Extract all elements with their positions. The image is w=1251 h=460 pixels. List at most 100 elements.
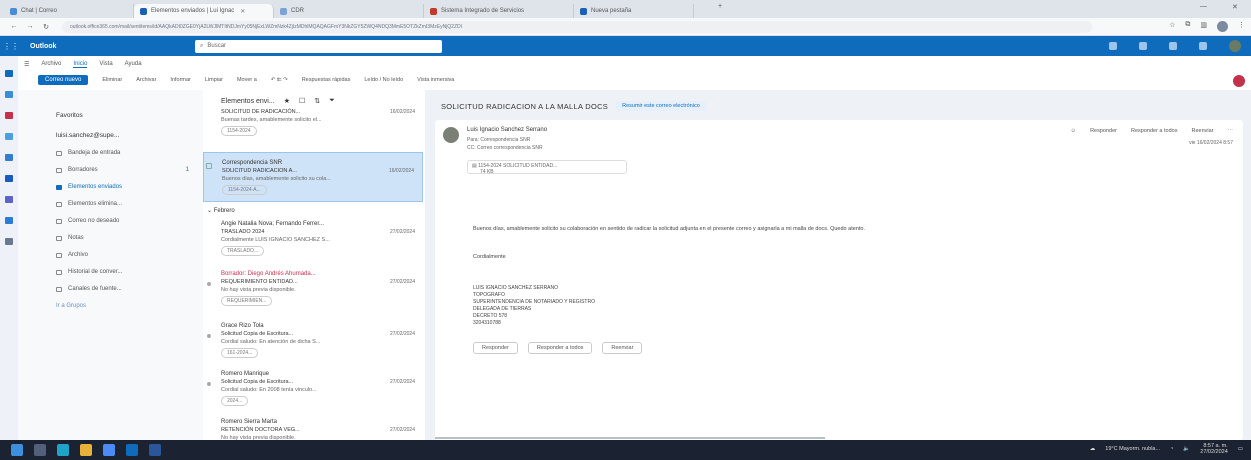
menu-ayuda[interactable]: Ayuda bbox=[125, 61, 142, 67]
select-checkbox[interactable] bbox=[206, 163, 212, 169]
attachment-chip[interactable]: 2024... bbox=[221, 396, 249, 406]
folder-history[interactable]: Historial de conver... bbox=[56, 269, 203, 275]
new-mail-button[interactable]: Correo nuevo bbox=[38, 75, 89, 85]
folder-feeds[interactable]: Canales de fuente... bbox=[56, 286, 203, 292]
network-icon[interactable]: ◔ bbox=[1170, 446, 1173, 452]
folder-drafts[interactable]: Borradores 1 bbox=[56, 167, 203, 173]
teams-icon[interactable] bbox=[1109, 42, 1117, 50]
file-explorer-icon[interactable] bbox=[80, 444, 92, 456]
filter-icon[interactable]: ⏷ bbox=[329, 97, 335, 105]
horizontal-scrollbar[interactable] bbox=[435, 437, 825, 439]
close-window-icon[interactable]: ✕ bbox=[1232, 3, 1238, 11]
taskbar-search-icon[interactable] bbox=[34, 444, 46, 456]
ribbon-sweep[interactable]: Limpiar bbox=[205, 77, 223, 83]
chrome-icon[interactable] bbox=[103, 444, 115, 456]
windows-start-icon[interactable] bbox=[11, 444, 23, 456]
emoji-icon[interactable]: ☺ bbox=[1070, 128, 1076, 134]
address-input[interactable]: outlook.office365.com/mail/sentitems/id/… bbox=[62, 20, 1092, 33]
ribbon-report[interactable]: Informar bbox=[170, 77, 190, 83]
reply-action[interactable]: Responder bbox=[1090, 128, 1117, 134]
attachment-chip[interactable]: REQUERIMIEN... bbox=[221, 296, 273, 306]
browser-tab[interactable]: Sistema Integrado de Servicios bbox=[424, 4, 574, 18]
mail-icon[interactable] bbox=[5, 70, 13, 77]
weather-icon[interactable]: ☁ bbox=[1090, 446, 1096, 452]
menu-inicio[interactable]: Inicio bbox=[73, 61, 88, 68]
list-item[interactable]: Grace Rizo Tola Solicitud Copia de Escri… bbox=[203, 322, 423, 366]
browser-tab[interactable]: Nueva pestaña bbox=[574, 4, 694, 18]
folder-sent[interactable]: Elementos enviados bbox=[56, 184, 203, 190]
outlook-taskbar-icon[interactable] bbox=[126, 444, 138, 456]
sidebar-icon[interactable]: ▥ bbox=[1200, 21, 1207, 32]
more-icon[interactable]: ⋮ bbox=[1238, 21, 1245, 32]
folder-archive[interactable]: Archivo bbox=[56, 252, 203, 258]
edge-icon[interactable] bbox=[57, 444, 69, 456]
folder-junk[interactable]: Correo no deseado bbox=[56, 218, 203, 224]
word-taskbar-icon[interactable] bbox=[149, 444, 161, 456]
folder-inbox[interactable]: Bandeja de entrada bbox=[56, 150, 203, 156]
group-header[interactable]: ⌄ Febrero bbox=[203, 207, 235, 214]
list-item-selected[interactable]: Correspondencia SNR SOLICITUD RADICACION… bbox=[203, 152, 423, 202]
new-tab-button[interactable]: + bbox=[718, 3, 722, 10]
favorite-star-icon[interactable]: ★ bbox=[284, 97, 290, 105]
sort-icon[interactable]: ⇅ bbox=[314, 97, 320, 105]
browser-tab-active[interactable]: Elementos enviados | Lui Ignac ✕ bbox=[134, 4, 274, 18]
apps-icon[interactable] bbox=[5, 238, 13, 245]
forward-button[interactable]: Reenviar bbox=[602, 342, 643, 354]
go-to-groups-link[interactable]: Ir a Grupos bbox=[56, 303, 203, 309]
menu-archivo[interactable]: Archivo bbox=[41, 61, 61, 67]
ribbon-read-unread[interactable]: Leído / No leído bbox=[364, 77, 403, 83]
attachment-card[interactable]: ▤ 1154-2024 SOLICITUD ENTIDAD... 74 KB bbox=[467, 160, 627, 175]
settings-icon[interactable] bbox=[1169, 42, 1177, 50]
ribbon-immersive[interactable]: Vista inmersiva bbox=[417, 77, 454, 83]
notifications-tray-icon[interactable]: ▭ bbox=[1238, 446, 1243, 452]
search-input[interactable]: ⌕ Buscar bbox=[195, 39, 442, 53]
copilot-icon[interactable] bbox=[1233, 75, 1245, 87]
select-icon[interactable]: ☐ bbox=[299, 97, 305, 105]
list-item[interactable]: Angie Natalia Nova; Fernando Ferrer... T… bbox=[203, 220, 423, 264]
summarize-button[interactable]: Resumir este correo electrónico bbox=[616, 101, 706, 111]
ribbon-quick-steps[interactable]: Respuestas rápidas bbox=[302, 77, 351, 83]
app-launcher-icon[interactable]: ⋮⋮ bbox=[0, 42, 22, 51]
reload-icon[interactable]: ↻ bbox=[38, 23, 54, 31]
tips-icon[interactable] bbox=[1199, 42, 1207, 50]
list-item[interactable]: Romero Sierra Marta RETENCIÓN DOCTORA VE… bbox=[203, 418, 423, 441]
onedrive-icon[interactable] bbox=[5, 217, 13, 224]
star-icon[interactable]: ☆ bbox=[1169, 21, 1175, 32]
notifications-icon[interactable] bbox=[1139, 42, 1147, 50]
attachment-chip[interactable]: 1154-2024-A... bbox=[222, 185, 267, 195]
menu-vista[interactable]: Vista bbox=[99, 61, 112, 67]
browser-tab[interactable]: Chat | Correo bbox=[4, 4, 134, 18]
clock[interactable]: 8:57 a. m. 27/02/2024 bbox=[1200, 443, 1228, 455]
hamburger-icon[interactable]: ☰ bbox=[24, 61, 29, 68]
reply-all-action[interactable]: Responder a todos bbox=[1131, 128, 1177, 134]
ribbon-archive[interactable]: Archivar bbox=[136, 77, 156, 83]
list-item[interactable]: SOLICITUD DE RADICACIÓN... 16/02/2024 Bu… bbox=[203, 108, 423, 148]
word-icon[interactable] bbox=[5, 175, 13, 182]
teams-app-icon[interactable] bbox=[5, 196, 13, 203]
attachment-chip[interactable]: 1154-2024 bbox=[221, 126, 257, 136]
user-avatar[interactable] bbox=[1229, 40, 1241, 52]
reply-all-button[interactable]: Responder a todos bbox=[527, 342, 593, 354]
list-item[interactable]: Romero Manrique Solicitud Copia de Escri… bbox=[203, 370, 423, 414]
folder-deleted[interactable]: Elementos elimina... bbox=[56, 201, 203, 207]
list-item[interactable]: Borrador: Diego Andrés Ahumada... REQUER… bbox=[203, 270, 423, 314]
people-icon[interactable] bbox=[5, 112, 13, 119]
volume-icon[interactable]: 🔈 bbox=[1183, 446, 1190, 452]
minimize-window-icon[interactable]: — bbox=[1200, 3, 1207, 10]
more-actions-icon[interactable]: ⋯ bbox=[1228, 128, 1234, 134]
favorites-header[interactable]: Favoritos bbox=[56, 112, 203, 119]
ribbon-delete[interactable]: Eliminar bbox=[102, 77, 122, 83]
account-header[interactable]: luisi.sanchez@supe... bbox=[56, 132, 203, 139]
calendar-icon[interactable] bbox=[5, 91, 13, 98]
ribbon-move[interactable]: Mover a bbox=[237, 77, 257, 83]
close-tab-icon[interactable]: ✕ bbox=[240, 8, 245, 15]
attachment-chip[interactable]: 161-2024... bbox=[221, 348, 259, 358]
attachment-chip[interactable]: TRASLADO... bbox=[221, 246, 265, 256]
back-icon[interactable]: ← bbox=[6, 23, 22, 30]
files-icon[interactable] bbox=[5, 133, 13, 140]
sender-name[interactable]: Luis Ignacio Sanchez Serrano bbox=[467, 127, 547, 133]
forward-icon[interactable]: → bbox=[22, 23, 38, 30]
folder-notes[interactable]: Notas bbox=[56, 235, 203, 241]
extensions-icon[interactable]: ⧉ bbox=[1185, 21, 1190, 32]
todo-icon[interactable] bbox=[5, 154, 13, 161]
